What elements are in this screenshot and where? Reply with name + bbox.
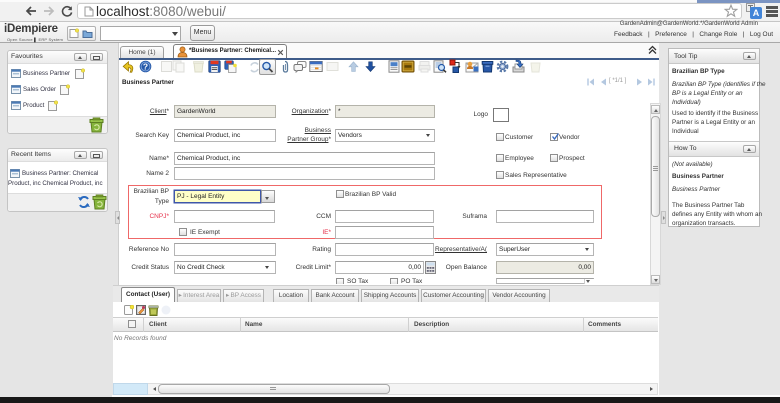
svg-text:?: ? xyxy=(143,62,148,72)
